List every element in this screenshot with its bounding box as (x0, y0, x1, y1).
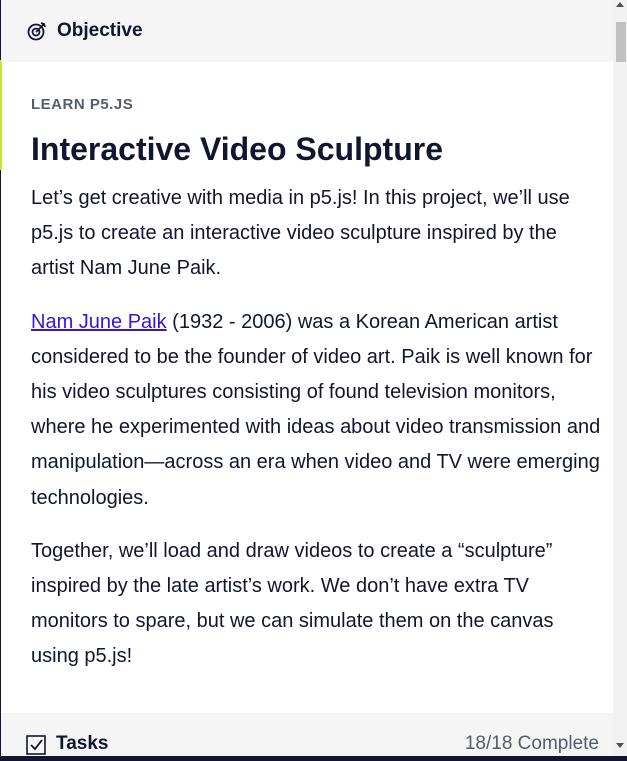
scrollbar-thumb[interactable] (616, 22, 626, 62)
objective-header[interactable]: Objective (1, 0, 613, 62)
header-title: Objective (57, 20, 143, 41)
paik-paragraph-text: (1932 - 2006) was a Korean American arti… (31, 310, 601, 509)
scroll-down-arrow[interactable] (616, 743, 624, 748)
scroll-up-arrow[interactable] (616, 2, 624, 7)
tasks-count: 18/18 Complete (464, 733, 599, 754)
tasks-bar[interactable]: Tasks 18/18 Complete (1, 713, 613, 756)
paik-paragraph: Nam June Paik (1932 - 2006) was a Korean… (31, 305, 601, 516)
course-eyebrow: LEARN P5.JS (31, 96, 134, 113)
tasks-label: Tasks (56, 733, 109, 754)
lesson-title: Interactive Video Sculpture (31, 131, 443, 167)
frame-border-bottom (0, 756, 627, 761)
checkbox-icon (26, 735, 46, 755)
together-paragraph: Together, we’ll load and draw videos to … (31, 539, 554, 668)
target-icon (26, 20, 48, 42)
lesson-content: LEARN P5.JS Interactive Video Sculpture … (31, 93, 601, 675)
scrollbar-track[interactable] (613, 0, 627, 756)
frame-accent (0, 60, 2, 170)
nam-june-paik-link[interactable]: Nam June Paik (31, 311, 167, 333)
intro-paragraph: Let’s get creative with media in p5.js! … (31, 187, 570, 280)
